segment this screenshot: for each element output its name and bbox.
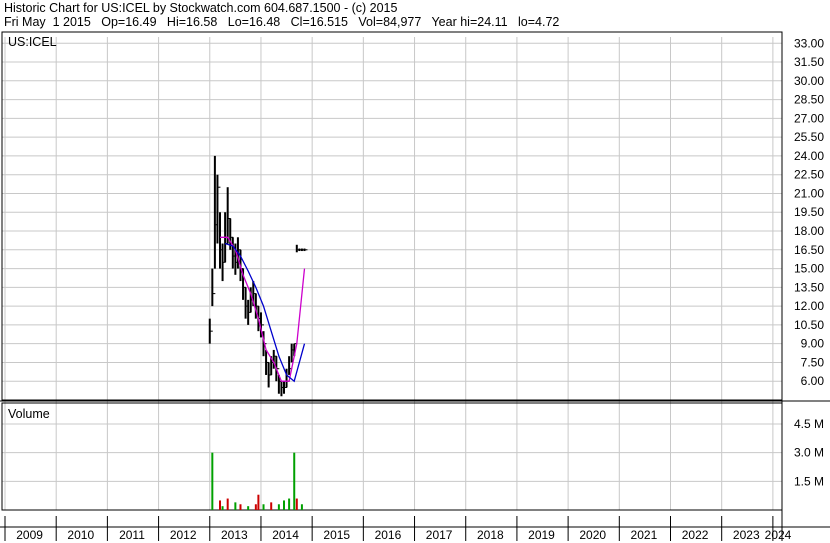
year-axis: 2009 2010 2011 2012 2013 2014 2015 2016 2017 2018… [4, 516, 792, 542]
price-series [208, 155, 308, 397]
price-tick-label: 19.50 [794, 205, 824, 219]
price-tick-label: 7.50 [801, 355, 825, 369]
year-label: 2011 [119, 528, 145, 542]
year-label: 2009 [16, 528, 43, 542]
price-panel-frame [1, 31, 783, 401]
grid [2, 37, 782, 510]
year-label: 2021 [631, 528, 658, 542]
price-tick-label: 22.50 [794, 168, 824, 182]
price-tick-label: 33.00 [794, 36, 824, 50]
price-tick-label: 15.00 [794, 262, 824, 276]
year-label: 2015 [323, 528, 350, 542]
price-tick-label: 16.50 [794, 243, 824, 257]
volume-panel-frame [1, 402, 783, 511]
price-axis: 33.00 31.50 30.00 28.50 27.00 25.50 24.00 22.50… [794, 36, 824, 388]
price-tick-label: 24.00 [794, 149, 824, 163]
price-tick-label: 9.00 [801, 337, 825, 351]
volume-label: Volume [8, 407, 50, 421]
year-label: 2022 [682, 528, 709, 542]
price-tick-label: 13.50 [794, 280, 824, 294]
volume-tick-label: 4.5 M [794, 417, 824, 431]
price-tick-label: 28.50 [794, 93, 824, 107]
year-label: 2010 [67, 528, 94, 542]
price-tick-label: 30.00 [794, 74, 824, 88]
year-label: 2013 [221, 528, 248, 542]
price-tick-label: 21.00 [794, 186, 824, 200]
stock-chart: US:ICEL Volume 33.00 31.50 30.00 28.50 27.00… [0, 31, 830, 542]
year-label: 2018 [477, 528, 504, 542]
year-label: 2020 [579, 528, 606, 542]
price-tick-label: 6.00 [801, 374, 825, 388]
symbol-label: US:ICEL [8, 35, 57, 49]
year-label: 2017 [426, 528, 453, 542]
year-label: 2019 [528, 528, 555, 542]
price-tick-label: 25.50 [794, 130, 824, 144]
price-tick-label: 27.00 [794, 111, 824, 125]
price-tick-label: 12.00 [794, 299, 824, 313]
price-tick-label: 31.50 [794, 55, 824, 69]
year-label: 2024 [765, 528, 792, 542]
volume-axis: 4.5 M 3.0 M 1.5 M [794, 417, 824, 488]
price-tick-label: 10.50 [794, 318, 824, 332]
year-label: 2016 [375, 528, 402, 542]
year-label: 2014 [272, 528, 299, 542]
volume-tick-label: 1.5 M [794, 474, 824, 488]
year-label: 2023 [733, 528, 760, 542]
volume-tick-label: 3.0 M [794, 446, 824, 460]
price-tick-label: 18.00 [794, 224, 824, 238]
year-label: 2012 [170, 528, 197, 542]
